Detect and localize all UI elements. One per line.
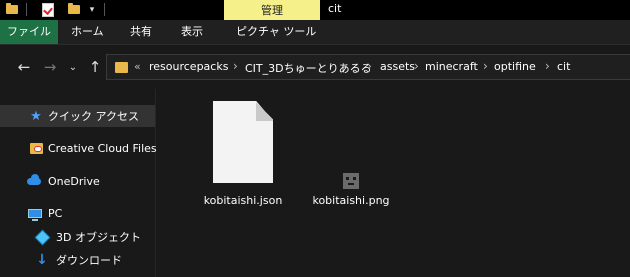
tab-home[interactable]: ホーム	[71, 20, 104, 44]
onedrive-cloud-icon	[26, 173, 42, 189]
ribbon-tabs: ファイル ホーム 共有 表示 ピクチャ ツール	[0, 20, 630, 45]
tab-picture-tools[interactable]: ピクチャ ツール	[236, 20, 316, 44]
pc-icon	[27, 205, 43, 221]
nav-label: クイック アクセス	[48, 110, 139, 123]
breadcrumb-separator[interactable]: ›	[483, 59, 488, 73]
breadcrumb-separator[interactable]: ›	[233, 59, 238, 73]
nav-label: OneDrive	[48, 174, 100, 188]
nav-label: 3D オブジェクト	[56, 231, 141, 244]
navigation-row: ← → ⌄ ↑ « resourcepacks › CIT_3Dちゅーとりあるる…	[0, 45, 630, 89]
nav-item-onedrive[interactable]: OneDrive	[0, 170, 155, 192]
png-thumbnail-icon	[343, 173, 359, 189]
qat-separator	[104, 3, 105, 16]
window-title: cit	[328, 2, 342, 15]
folder-icon	[115, 62, 128, 73]
file-name: kobitaishi.json	[203, 194, 283, 207]
nav-label: PC	[48, 206, 63, 220]
folder-quick-icon[interactable]	[4, 1, 20, 18]
breadcrumb-separator[interactable]: ›	[414, 59, 419, 73]
breadcrumb-resourcepacks[interactable]: resourcepacks	[149, 60, 228, 73]
breadcrumb-separator[interactable]: ›	[367, 59, 372, 73]
tab-file[interactable]: ファイル	[0, 20, 58, 44]
nav-item-quick-access[interactable]: ★ クイック アクセス	[0, 105, 155, 127]
tab-share[interactable]: 共有	[130, 20, 152, 44]
nav-item-pc[interactable]: PC	[0, 202, 155, 224]
file-name: kobitaishi.png	[312, 194, 390, 207]
recent-locations-chevron-icon[interactable]: ⌄	[66, 56, 80, 78]
tab-view[interactable]: 表示	[181, 20, 203, 44]
breadcrumb-cit[interactable]: cit	[557, 60, 570, 73]
breadcrumb-minecraft[interactable]: minecraft	[425, 60, 478, 73]
download-icon: ↓	[36, 252, 48, 268]
back-arrow-icon[interactable]: ←	[14, 56, 34, 78]
nav-item-downloads[interactable]: ↓ ダウンロード	[0, 249, 155, 271]
nav-label: ダウンロード	[56, 254, 122, 267]
context-tab-manage[interactable]: 管理	[224, 0, 320, 20]
breadcrumb-optifine[interactable]: optifine	[494, 60, 536, 73]
page-fold	[256, 101, 273, 121]
navigation-pane: ★ クイック アクセス Creative Cloud Files OneDriv…	[0, 89, 157, 277]
breadcrumb-overflow[interactable]: «	[134, 60, 141, 73]
3d-objects-icon	[34, 229, 50, 245]
star-icon: ★	[30, 108, 42, 124]
new-folder-quick-icon[interactable]	[66, 1, 82, 18]
breadcrumb-assets[interactable]: assets	[380, 60, 415, 73]
title-bar: ▾ 管理 cit	[0, 0, 630, 20]
breadcrumb-cit-3d[interactable]: CIT_3Dちゅーとりあるる	[245, 60, 372, 76]
creative-cloud-folder-icon	[28, 140, 44, 156]
up-arrow-icon[interactable]: ↑	[86, 56, 104, 78]
nav-item-creative-cloud[interactable]: Creative Cloud Files	[0, 137, 157, 159]
nav-label: Creative Cloud Files	[48, 141, 157, 155]
forward-arrow-icon[interactable]: →	[40, 56, 60, 78]
customize-qat-icon[interactable]: ▾	[86, 1, 98, 18]
properties-check-icon[interactable]	[40, 1, 56, 18]
breadcrumb-separator[interactable]: ›	[545, 59, 550, 73]
qat-separator	[26, 3, 27, 16]
address-bar[interactable]: « resourcepacks › CIT_3Dちゅーとりあるる › asset…	[106, 54, 630, 80]
nav-item-3d-objects[interactable]: 3D オブジェクト	[0, 226, 155, 248]
